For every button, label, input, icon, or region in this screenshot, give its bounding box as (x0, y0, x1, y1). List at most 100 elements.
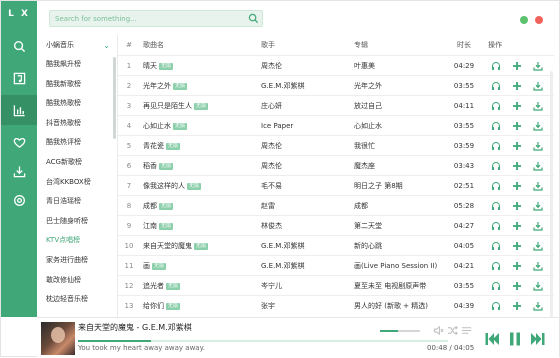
add-icon[interactable] (512, 261, 522, 271)
search-input[interactable] (50, 11, 240, 26)
download-icon[interactable] (533, 261, 543, 271)
progress-bar[interactable] (78, 340, 448, 342)
table-row[interactable]: 10 来自天堂的魔鬼 无损 G.E.M.邓紫棋 新的心跳 04:05 (118, 235, 554, 255)
top-bar (37, 1, 559, 35)
add-icon[interactable] (512, 221, 522, 231)
pause-button[interactable] (507, 331, 523, 347)
download-icon[interactable] (533, 241, 543, 251)
table-row[interactable]: 3 再见只是陌生人 无损 庄心妍 放过自己 04:11 (118, 95, 554, 115)
add-icon[interactable] (512, 61, 522, 71)
nav-favorites-button[interactable] (1, 127, 37, 157)
next-button[interactable] (530, 331, 546, 347)
table-row[interactable]: 6 稻香 无损 周杰伦 魔杰座 03:43 (118, 155, 554, 175)
app-logo: L X (8, 9, 30, 19)
add-icon[interactable] (512, 301, 522, 311)
singer: 张宇 (261, 302, 275, 310)
row-actions (488, 176, 548, 196)
leaderboard-item[interactable]: 巴士随身听榜 (37, 212, 117, 232)
minimize-button[interactable] (520, 16, 528, 24)
download-icon[interactable] (533, 61, 543, 71)
row-actions (488, 296, 548, 316)
download-icon[interactable] (533, 101, 543, 111)
add-icon[interactable] (512, 281, 522, 291)
leaderboard-item[interactable]: KTV点唱榜 (37, 231, 117, 251)
row-index: 10 (124, 242, 134, 250)
song-list-icon (13, 72, 25, 84)
table-scrollbar[interactable] (550, 71, 553, 317)
leaderboard-item[interactable]: 酷我热歌榜 (37, 94, 117, 114)
playlist-button[interactable] (461, 325, 472, 336)
table-row[interactable]: 11 画无损 G.E.M.邓紫棋 画(Live Piano Session II) 04… (118, 255, 554, 275)
heart-icon (13, 137, 25, 148)
leaderboard-item[interactable]: 酷我飙升榜 (37, 55, 117, 75)
nav-leaderboard-button[interactable] (1, 95, 37, 125)
leaderboard-item[interactable]: 酷我新歌榜 (37, 75, 117, 95)
download-icon[interactable] (533, 161, 543, 171)
listen-icon[interactable] (491, 141, 501, 151)
table-row[interactable]: 4 心如止水 无损 Ice Paper 心如止水 03:55 (118, 115, 554, 135)
download-icon[interactable] (533, 81, 543, 91)
add-icon[interactable] (512, 141, 522, 151)
mute-button[interactable] (433, 325, 444, 336)
table-row[interactable]: 7 像我这样的人 无损 毛不易 明日之子 第8期 02:51 (118, 175, 554, 195)
listen-icon[interactable] (491, 241, 501, 251)
nav-search-button[interactable] (1, 31, 37, 61)
leaderboard-item[interactable]: 台湾KKBOX榜 (37, 173, 117, 193)
table-row[interactable]: 5 青花瓷 无损 周杰伦 我很忙 03:59 (118, 135, 554, 155)
add-icon[interactable] (512, 241, 522, 251)
song-name-cell: 成都 无损 (143, 196, 261, 216)
download-icon[interactable] (533, 181, 543, 191)
add-icon[interactable] (512, 181, 522, 191)
listen-icon[interactable] (491, 81, 501, 91)
leaderboard-item[interactable]: 枕边轻音乐榜 (37, 290, 117, 310)
download-icon[interactable] (533, 301, 543, 311)
row-index: 9 (126, 222, 132, 230)
volume-slider[interactable] (380, 330, 420, 332)
leaderboard-item[interactable]: 家务进行曲榜 (37, 251, 117, 271)
leaderboard-item[interactable]: 抖音热歌榜 (37, 114, 117, 134)
listen-icon[interactable] (491, 181, 501, 191)
listen-icon[interactable] (491, 161, 501, 171)
song-name-cell: 稻香 无损 (143, 156, 261, 176)
close-button[interactable] (535, 16, 543, 24)
add-icon[interactable] (512, 81, 522, 91)
source-select[interactable]: 小蜗音乐 ⌄ (37, 35, 117, 55)
table-row[interactable]: 1 晴天 无损 周杰伦 叶惠美 04:29 (118, 55, 554, 75)
leaderboard-item[interactable]: ACG新歌榜 (37, 153, 117, 173)
nav-songlist-button[interactable] (1, 63, 37, 93)
download-icon[interactable] (533, 121, 543, 131)
sidebar-scrollbar[interactable] (113, 57, 116, 139)
listen-icon[interactable] (491, 201, 501, 211)
add-icon[interactable] (512, 161, 522, 171)
add-icon[interactable] (512, 201, 522, 211)
singer: 林俊杰 (261, 222, 282, 230)
add-icon[interactable] (512, 101, 522, 111)
leaderboard-item[interactable]: 敢改修仙榜 (37, 271, 117, 291)
shuffle-button[interactable] (447, 325, 458, 336)
listen-icon[interactable] (491, 261, 501, 271)
lossless-badge: 无损 (173, 82, 188, 90)
listen-icon[interactable] (491, 101, 501, 111)
listen-icon[interactable] (491, 221, 501, 231)
search-icon[interactable] (248, 13, 259, 24)
table-row[interactable]: 2 光年之外 无损 G.E.M.邓紫棋 光年之外 03:55 (118, 75, 554, 95)
nav-settings-button[interactable] (1, 185, 37, 215)
listen-icon[interactable] (491, 301, 501, 311)
listen-icon[interactable] (491, 281, 501, 291)
leaderboard-item[interactable]: 青日浩瑶榜 (37, 192, 117, 212)
nav-download-button[interactable] (1, 156, 37, 186)
download-icon[interactable] (533, 201, 543, 211)
album-cover[interactable] (41, 322, 75, 355)
download-icon[interactable] (533, 141, 543, 151)
download-icon[interactable] (533, 281, 543, 291)
table-row[interactable]: 12 追光者 无损 岑宁儿 夏至未至 电视剧原声带 03:55 (118, 275, 554, 295)
table-row[interactable]: 8 成都 无损 赵雷 成都 05:28 (118, 195, 554, 215)
listen-icon[interactable] (491, 61, 501, 71)
table-row[interactable]: 9 江南 无损 林俊杰 第二天堂 04:27 (118, 215, 554, 235)
add-icon[interactable] (512, 121, 522, 131)
listen-icon[interactable] (491, 121, 501, 131)
previous-button[interactable] (484, 331, 500, 347)
leaderboard-item[interactable]: 酷我热评榜 (37, 133, 117, 153)
table-row[interactable]: 13 给你们 无损 张宇 男人的好 (新歌 + 精选) 04:39 (118, 295, 554, 315)
download-icon[interactable] (533, 221, 543, 231)
